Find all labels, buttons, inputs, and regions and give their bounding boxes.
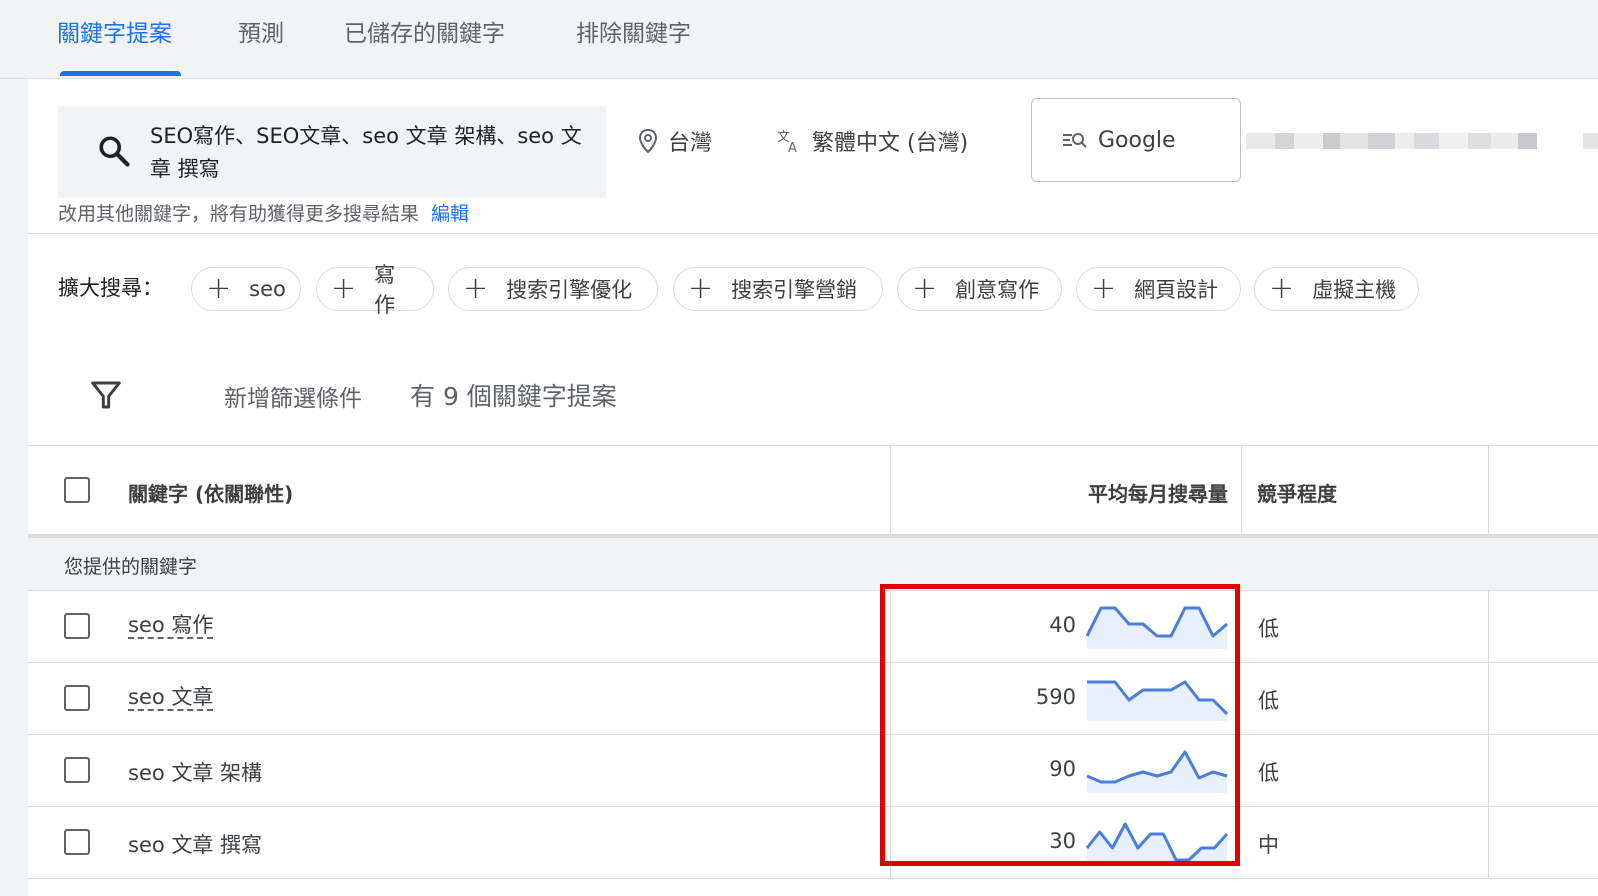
chip-label: 搜索引擎優化 bbox=[506, 278, 633, 302]
select-all-checkbox[interactable] bbox=[64, 477, 90, 503]
language-selector[interactable]: 文 A 繁體中文 (台灣) bbox=[776, 123, 968, 159]
volume-cell: 90 bbox=[1049, 757, 1076, 781]
keyword-column-header[interactable]: 關鍵字 (依關聯性) bbox=[128, 478, 293, 507]
row-checkbox[interactable] bbox=[64, 757, 90, 783]
column-divider bbox=[890, 663, 891, 734]
search-engine-button[interactable]: Google bbox=[1031, 98, 1241, 182]
volume-cell: 40 bbox=[1049, 613, 1076, 637]
volume-column-header[interactable]: 平均每月搜尋量 bbox=[1088, 478, 1228, 507]
trend-sparkline[interactable] bbox=[1086, 747, 1228, 793]
chip-label: 網頁設計 bbox=[1134, 278, 1219, 302]
chip-label: 創意寫作 bbox=[955, 278, 1040, 302]
filter-icon[interactable] bbox=[90, 379, 122, 411]
location-label: 台灣 bbox=[668, 131, 713, 156]
column-divider bbox=[890, 591, 891, 662]
row-checkbox[interactable] bbox=[64, 685, 90, 711]
keyword-cell[interactable]: seo 文章 撰寫 bbox=[128, 829, 262, 859]
main-panel: SEO寫作、SEO文章、seo 文章 架構、seo 文章 撰寫 台灣 文 A 繁… bbox=[28, 79, 1598, 896]
keyword-count-label: 有 9 個關鍵字提案 bbox=[410, 382, 617, 411]
tab-saved-keywords[interactable]: 已儲存的關鍵字 bbox=[344, 14, 505, 78]
group-label: 您提供的關鍵字 bbox=[64, 556, 198, 578]
search-hint: 改用其他關鍵字，將有助獲得更多搜尋結果 編輯 bbox=[58, 199, 469, 226]
column-divider bbox=[1488, 735, 1489, 806]
add-filter-button[interactable]: 新增篩選條件 bbox=[224, 379, 362, 413]
column-divider bbox=[890, 807, 891, 878]
competition-cell: 低 bbox=[1258, 617, 1279, 641]
hint-text: 改用其他關鍵字，將有助獲得更多搜尋結果 bbox=[58, 203, 420, 225]
location-selector[interactable]: 台灣 bbox=[638, 123, 712, 159]
plus-icon: + bbox=[463, 271, 489, 306]
broaden-chip-seo[interactable]: + seo bbox=[191, 267, 301, 311]
search-list-icon bbox=[1063, 133, 1087, 148]
keyword-cell[interactable]: seo 文章 架構 bbox=[128, 757, 262, 787]
tab-negative-keywords[interactable]: 排除關鍵字 bbox=[576, 14, 691, 78]
language-label: 繁體中文 (台灣) bbox=[812, 131, 969, 156]
competition-cell: 低 bbox=[1258, 761, 1279, 785]
sparkline-area bbox=[1087, 608, 1227, 649]
table-row: seo 寫作 40 低 bbox=[28, 591, 1598, 663]
keyword-cell[interactable]: seo 寫作 bbox=[128, 613, 214, 639]
location-pin-icon bbox=[638, 128, 658, 154]
plus-icon: + bbox=[1091, 271, 1117, 306]
tab-keyword-ideas[interactable]: 關鍵字提案 bbox=[57, 14, 172, 78]
column-divider bbox=[890, 446, 891, 534]
row-checkbox[interactable] bbox=[64, 613, 90, 639]
chip-label: 虛擬主機 bbox=[1312, 278, 1397, 302]
competition-cell: 低 bbox=[1258, 689, 1279, 713]
table-row: seo 文章 架構 90 低 bbox=[28, 735, 1598, 807]
broaden-chip-writing[interactable]: + 寫作 bbox=[316, 263, 434, 317]
competition-cell: 中 bbox=[1258, 833, 1279, 857]
column-divider bbox=[1488, 663, 1489, 734]
active-tab-indicator bbox=[60, 71, 181, 76]
sparkline-area bbox=[1087, 752, 1227, 793]
broaden-chip-creative-writing[interactable]: + 創意寫作 bbox=[897, 267, 1062, 311]
search-engine-label: Google bbox=[1098, 127, 1176, 153]
column-divider bbox=[1488, 591, 1489, 662]
plus-icon: + bbox=[912, 271, 938, 306]
volume-cell: 30 bbox=[1049, 829, 1076, 853]
broaden-chip-sem[interactable]: + 搜索引擎營銷 bbox=[673, 267, 883, 311]
keyword-cell[interactable]: seo 文章 bbox=[128, 685, 214, 711]
table-row: seo 文章 撰寫 30 中 bbox=[28, 807, 1598, 879]
column-divider bbox=[1488, 807, 1489, 878]
chip-label: 寫作 bbox=[374, 263, 396, 317]
edit-link[interactable]: 編輯 bbox=[431, 203, 469, 225]
table-header: 關鍵字 (依關聯性) 平均每月搜尋量 競爭程度 bbox=[28, 446, 1598, 538]
redacted-area bbox=[1246, 133, 1598, 151]
tab-forecast[interactable]: 預測 bbox=[238, 14, 284, 78]
group-header-row: 您提供的關鍵字 bbox=[28, 538, 1598, 591]
broaden-search-label: 擴大搜尋： bbox=[58, 276, 163, 300]
volume-cell: 590 bbox=[1035, 685, 1076, 709]
column-divider bbox=[1488, 446, 1489, 534]
chip-label: seo bbox=[249, 277, 286, 301]
plus-icon: + bbox=[1269, 271, 1295, 306]
trend-sparkline[interactable] bbox=[1086, 675, 1228, 721]
column-divider bbox=[890, 735, 891, 806]
chip-label: 搜索引擎營銷 bbox=[731, 278, 858, 302]
search-icon bbox=[99, 136, 130, 167]
broaden-chip-seo-optimization[interactable]: + 搜索引擎優化 bbox=[448, 267, 658, 311]
trend-sparkline[interactable] bbox=[1086, 819, 1228, 865]
broaden-chip-virtual-hosting[interactable]: + 虛擬主機 bbox=[1254, 267, 1419, 311]
trend-sparkline[interactable] bbox=[1086, 603, 1228, 649]
competition-column-header[interactable]: 競爭程度 bbox=[1257, 478, 1337, 507]
translate-icon: 文 A bbox=[777, 130, 797, 154]
plus-icon: + bbox=[331, 271, 357, 306]
tab-bar: 關鍵字提案 預測 已儲存的關鍵字 排除關鍵字 bbox=[0, 0, 1598, 79]
search-query-text: SEO寫作、SEO文章、seo 文章 架構、seo 文章 撰寫 bbox=[150, 124, 582, 181]
table-row: seo 文章 590 低 bbox=[28, 663, 1598, 735]
row-checkbox[interactable] bbox=[64, 829, 90, 855]
column-divider bbox=[1241, 446, 1242, 534]
plus-icon: + bbox=[206, 271, 232, 306]
keyword-search-field[interactable]: SEO寫作、SEO文章、seo 文章 架構、seo 文章 撰寫 bbox=[58, 106, 606, 198]
plus-icon: + bbox=[688, 271, 714, 306]
svg-text:A: A bbox=[788, 141, 797, 154]
broaden-chip-web-design[interactable]: + 網頁設計 bbox=[1076, 267, 1241, 311]
divider bbox=[28, 233, 1598, 234]
